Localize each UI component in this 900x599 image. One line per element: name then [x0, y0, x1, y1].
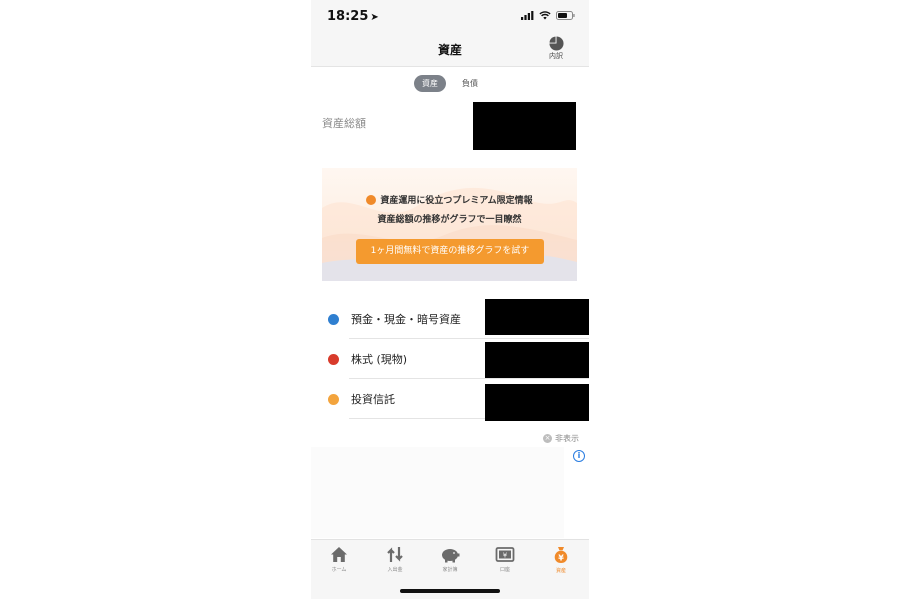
- tab-home[interactable]: ホーム: [311, 546, 367, 573]
- segment-liabilities[interactable]: 負債: [454, 75, 486, 92]
- promo-line1-text: 資産運用に役立つプレミアム限定情報: [380, 196, 533, 206]
- tab-label: ホーム: [331, 567, 347, 573]
- tab-transfers[interactable]: 入出金: [367, 546, 423, 573]
- money-bag-icon: ¥: [554, 547, 568, 563]
- close-icon: ×: [543, 434, 552, 443]
- total-assets-label: 資産総額: [322, 117, 366, 130]
- hide-ad-button[interactable]: × 非表示: [543, 433, 579, 444]
- status-time: 18:25 ➤: [327, 9, 379, 24]
- info-icon[interactable]: i: [573, 450, 585, 462]
- free-trial-button[interactable]: 1ヶ月間無料で資産の推移グラフを試す: [356, 239, 544, 264]
- breakdown-label: 内訳: [549, 52, 563, 60]
- asset-category-name: 株式 (現物): [351, 353, 408, 366]
- phone-screen: 18:25 ➤ 資産 内訳 資産 負債 資産総額 資産運用に役立つプレミアム限定…: [311, 0, 589, 599]
- promo-subline: 資産総額の推移がグラフで一目瞭然: [377, 215, 522, 225]
- tab-label: 入出金: [387, 567, 403, 573]
- svg-text:¥: ¥: [503, 551, 508, 559]
- account-icon: ¥: [495, 547, 515, 562]
- wifi-icon: [539, 11, 551, 20]
- status-icons: [521, 11, 575, 20]
- tab-label: 口座: [499, 567, 510, 573]
- pie-chart-icon: [548, 36, 564, 51]
- asset-category-name: 投資信託: [351, 393, 395, 406]
- category-color-dot: [328, 394, 339, 405]
- svg-text:¥: ¥: [558, 554, 564, 563]
- transfer-arrows-icon: [387, 547, 403, 562]
- tab-label: 家計簿: [442, 567, 458, 573]
- segment-assets[interactable]: 資産: [414, 75, 446, 92]
- status-bar: 18:25 ➤: [311, 0, 589, 34]
- tab-assets[interactable]: ¥ 資産: [533, 546, 589, 574]
- total-assets-value-redacted: [473, 102, 576, 150]
- clock-text: 18:25: [327, 9, 369, 24]
- ad-area[interactable]: [311, 447, 564, 538]
- premium-medal-icon: [366, 194, 377, 205]
- category-color-dot: [328, 314, 339, 325]
- nav-bar: 資産 内訳: [311, 34, 589, 67]
- promo-headline: 資産運用に役立つプレミアム限定情報: [322, 193, 577, 206]
- asset-value-redacted: [485, 384, 589, 421]
- battery-icon: [556, 11, 575, 20]
- tab-label: 資産: [555, 568, 566, 574]
- asset-value-redacted: [485, 299, 589, 335]
- asset-category-name: 預金・現金・暗号資産: [351, 313, 461, 326]
- home-icon: [331, 547, 347, 562]
- hide-ad-label: 非表示: [555, 434, 579, 443]
- category-color-dot: [328, 354, 339, 365]
- tab-accounts[interactable]: ¥ 口座: [477, 546, 533, 573]
- home-indicator: [400, 589, 500, 593]
- piggy-bank-icon: [442, 549, 460, 563]
- location-icon: ➤: [370, 12, 379, 23]
- premium-promo-banner: 資産運用に役立つプレミアム限定情報 資産総額の推移がグラフで一目瞭然 1ヶ月間無…: [322, 168, 577, 281]
- tab-household[interactable]: 家計簿: [422, 546, 478, 573]
- asset-value-redacted: [485, 342, 589, 378]
- signal-icon: [521, 11, 534, 20]
- breakdown-button[interactable]: 内訳: [542, 36, 570, 61]
- segment-control: 資産 負債: [311, 75, 589, 92]
